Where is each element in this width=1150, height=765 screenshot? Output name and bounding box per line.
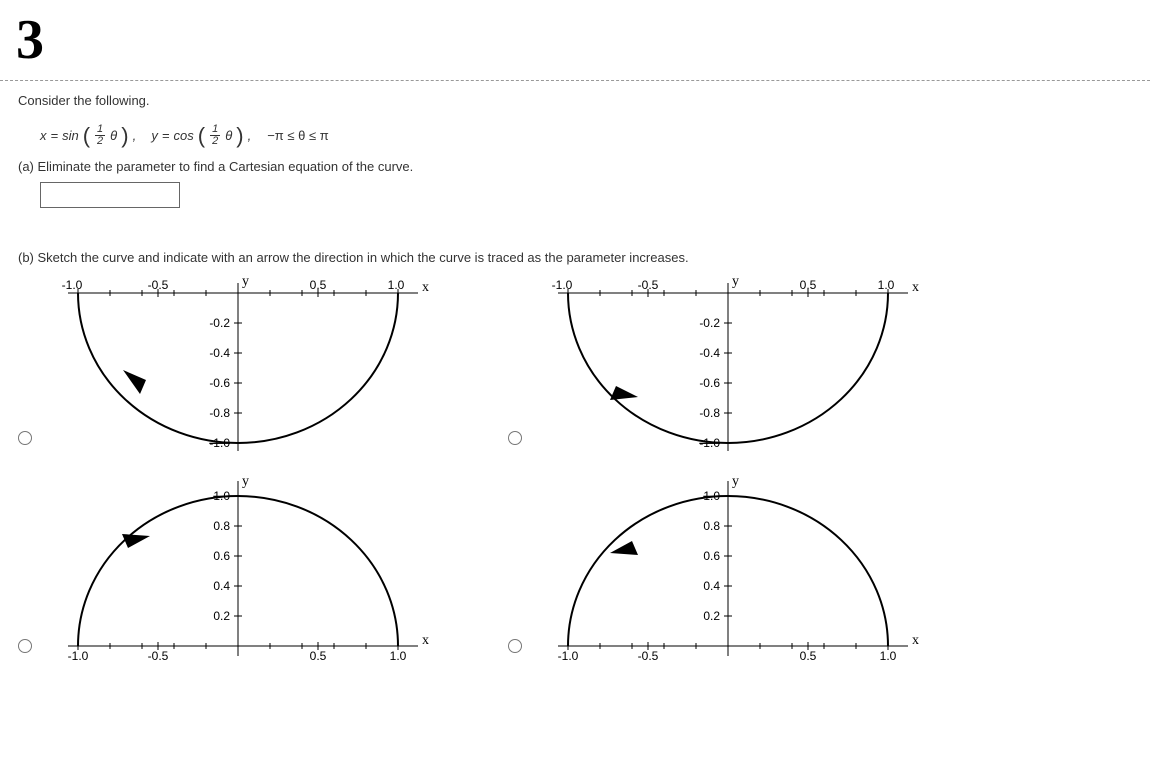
- chart-option-d: y x -1.0 -0.5 0.5 1.0 0.2 0.4 0.6 0.8 1.…: [508, 471, 998, 661]
- svg-text:-0.4: -0.4: [699, 346, 720, 360]
- eq-comma2: ,: [248, 128, 252, 143]
- chart-d-svg: y x -1.0 -0.5 0.5 1.0 0.2 0.4 0.6 0.8 1.…: [528, 471, 928, 661]
- svg-text:y: y: [242, 474, 249, 489]
- svg-text:0.2: 0.2: [213, 609, 230, 623]
- svg-text:-0.5: -0.5: [148, 278, 169, 292]
- part-b-text: (b) Sketch the curve and indicate with a…: [18, 250, 1132, 265]
- svg-text:0.4: 0.4: [703, 579, 720, 593]
- svg-text:-1.0: -1.0: [552, 278, 573, 292]
- chart-option-c: y x -1.0 -0.5 0.5 1.0 0.2 0.4 0.6 0.8 1.…: [18, 471, 508, 661]
- svg-text:1.0: 1.0: [880, 649, 897, 661]
- eq-range: −π ≤ θ ≤ π: [267, 128, 328, 143]
- svg-text:0.8: 0.8: [213, 519, 230, 533]
- eq-theta2: θ: [225, 128, 232, 143]
- answer-input[interactable]: [40, 182, 180, 208]
- svg-text:0.6: 0.6: [703, 549, 720, 563]
- lparen2-icon: (: [198, 126, 205, 146]
- eq-x: x: [40, 128, 47, 143]
- svg-text:y: y: [732, 474, 739, 489]
- svg-text:-0.6: -0.6: [209, 376, 230, 390]
- eq-theta: θ: [110, 128, 117, 143]
- svg-text:x: x: [912, 280, 919, 295]
- eq-cos: cos: [174, 128, 194, 143]
- fraction-half2: 1 2: [209, 124, 221, 147]
- option-b-radio[interactable]: [508, 431, 522, 445]
- option-d-radio[interactable]: [508, 639, 522, 653]
- option-c-radio[interactable]: [18, 639, 32, 653]
- svg-text:1.0: 1.0: [388, 278, 405, 292]
- svg-text:0.2: 0.2: [703, 609, 720, 623]
- rparen-icon: ): [121, 126, 128, 146]
- svg-text:1.0: 1.0: [213, 489, 230, 503]
- svg-text:0.5: 0.5: [800, 649, 817, 661]
- svg-text:-1.0: -1.0: [209, 436, 230, 450]
- chart-c-svg: y x -1.0 -0.5 0.5 1.0 0.2 0.4 0.6 0.8 1.…: [38, 471, 438, 661]
- svg-text:1.0: 1.0: [878, 278, 895, 292]
- svg-text:x: x: [422, 280, 429, 295]
- svg-text:0.5: 0.5: [310, 278, 327, 292]
- svg-text:x: x: [422, 633, 429, 648]
- rparen2-icon: ): [236, 126, 243, 146]
- fraction-half: 1 2: [94, 124, 106, 147]
- lparen-icon: (: [83, 126, 90, 146]
- svg-text:-1.0: -1.0: [699, 436, 720, 450]
- option-a-radio[interactable]: [18, 431, 32, 445]
- svg-text:-0.2: -0.2: [699, 316, 720, 330]
- svg-text:1.0: 1.0: [703, 489, 720, 503]
- svg-text:-1.0: -1.0: [62, 278, 83, 292]
- intro-text: Consider the following.: [18, 93, 1132, 108]
- svg-text:-0.5: -0.5: [148, 649, 169, 661]
- svg-text:-0.8: -0.8: [209, 406, 230, 420]
- svg-text:-0.8: -0.8: [699, 406, 720, 420]
- eq-eq: =: [51, 128, 59, 143]
- svg-text:0.5: 0.5: [310, 649, 327, 661]
- svg-text:x: x: [912, 633, 919, 648]
- svg-text:0.6: 0.6: [213, 549, 230, 563]
- eq-sin: sin: [62, 128, 79, 143]
- svg-text:y: y: [732, 274, 739, 289]
- chart-option-a: y x -1.0 -0.5 0.5 1.0 -0.2 -0.4 -0.6 -0.…: [18, 273, 508, 453]
- svg-text:-0.5: -0.5: [638, 649, 659, 661]
- svg-text:-0.5: -0.5: [638, 278, 659, 292]
- svg-text:0.5: 0.5: [800, 278, 817, 292]
- eq-y: y: [151, 128, 158, 143]
- chart-b-svg: y x -1.0 -0.5 0.5 1.0 -0.2 -0.4 -0.6 -0.…: [528, 273, 928, 453]
- svg-text:y: y: [242, 274, 249, 289]
- handwritten-problem-number: 3: [0, 0, 1150, 80]
- eq-comma: ,: [133, 128, 137, 143]
- svg-text:-1.0: -1.0: [558, 649, 579, 661]
- parametric-equations: x = sin ( 1 2 θ ) , y = cos ( 1 2 θ ) , …: [18, 116, 1132, 159]
- svg-text:0.8: 0.8: [703, 519, 720, 533]
- svg-text:-0.4: -0.4: [209, 346, 230, 360]
- svg-text:0.4: 0.4: [213, 579, 230, 593]
- svg-text:-0.2: -0.2: [209, 316, 230, 330]
- eq-eq2: =: [162, 128, 170, 143]
- chart-a-svg: y x -1.0 -0.5 0.5 1.0 -0.2 -0.4 -0.6 -0.…: [38, 273, 438, 453]
- svg-text:-1.0: -1.0: [68, 649, 89, 661]
- svg-text:1.0: 1.0: [390, 649, 407, 661]
- chart-option-b: y x -1.0 -0.5 0.5 1.0 -0.2 -0.4 -0.6 -0.…: [508, 273, 998, 453]
- svg-text:-0.6: -0.6: [699, 376, 720, 390]
- part-a-text: (a) Eliminate the parameter to find a Ca…: [18, 159, 1132, 174]
